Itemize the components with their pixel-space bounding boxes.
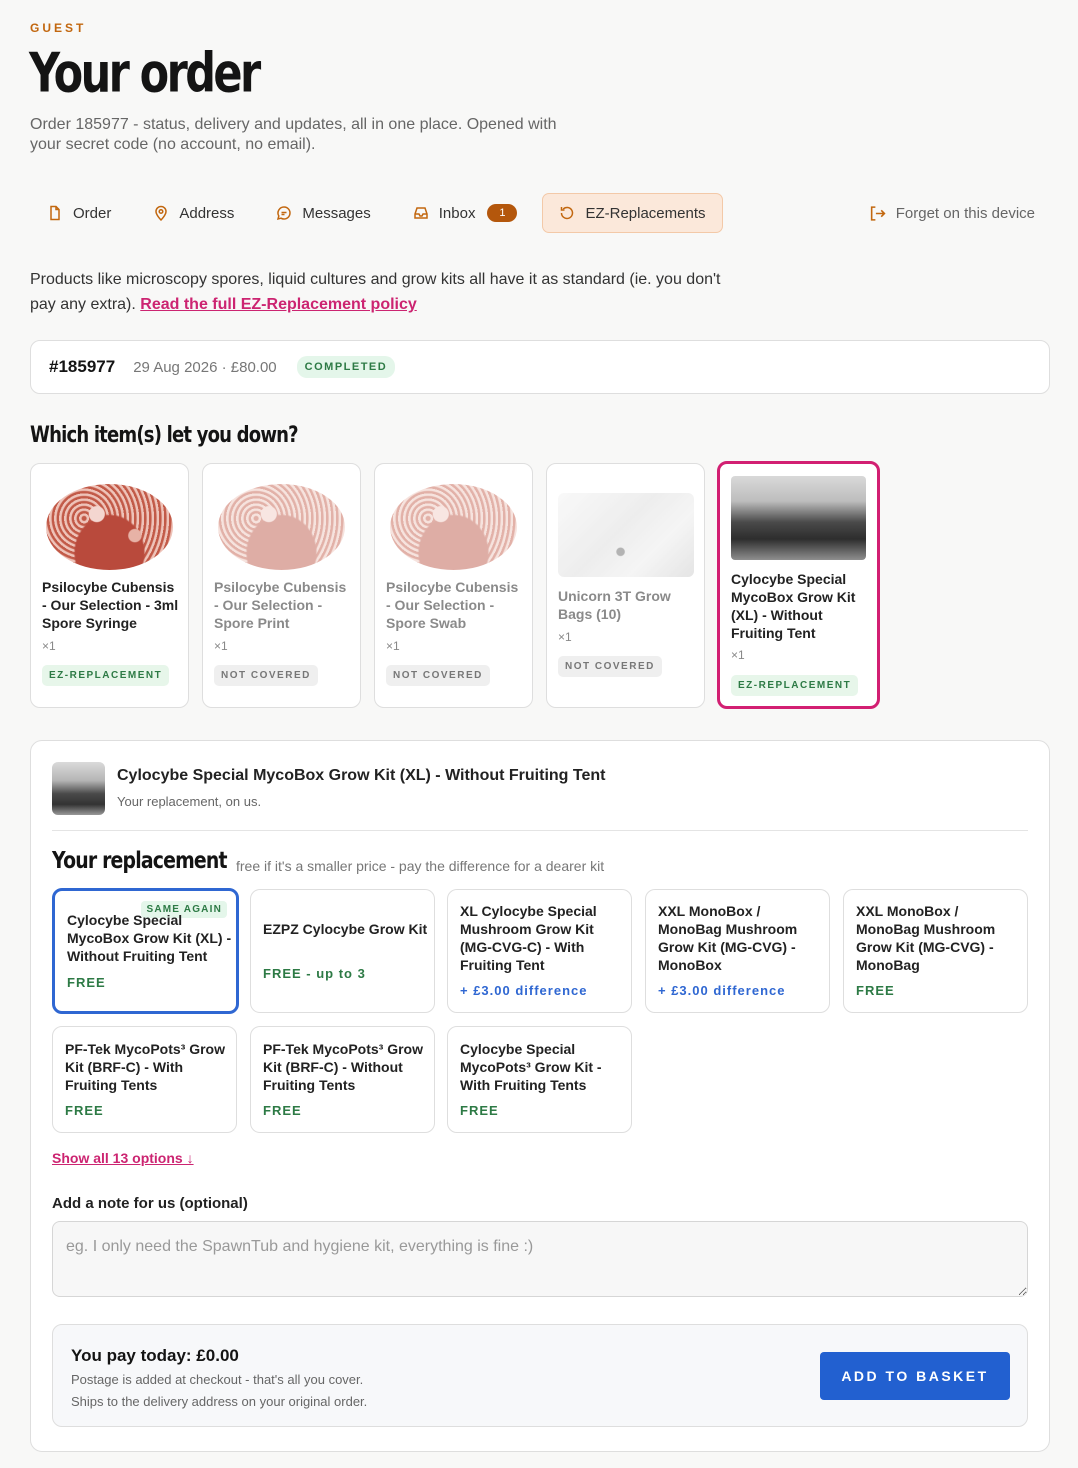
inbox-icon: [414, 207, 428, 219]
replacement-option[interactable]: PF-Tek MycoPots³ Grow Kit (BRF-C) - With…: [52, 1026, 237, 1133]
tab-bar: Order Address Messages Inbox 1 EZ-Replac…: [30, 193, 723, 233]
replacement-option[interactable]: XL Cylocybe Special Mushroom Grow Kit (M…: [447, 889, 632, 1013]
replacement-option[interactable]: SAME AGAIN Cylocybe Special MycoBox Grow…: [52, 888, 239, 1014]
mycobox-image: [731, 476, 866, 560]
coverage-badge: EZ-REPLACEMENT: [731, 675, 859, 696]
tab-inbox-label: Inbox: [438, 204, 476, 222]
item-name: Psilocybe Cubensis - Our Selection - 3ml…: [42, 579, 179, 631]
replacement-option[interactable]: EZPZ Cylocybe Grow Kit FREE - up to 3: [250, 889, 435, 1013]
item-card[interactable]: Cylocybe Special MycoBox Grow Kit (XL) -…: [717, 461, 880, 709]
show-all-options-link[interactable]: Show all 13 options ↓: [52, 1150, 194, 1166]
page-title: Your order: [29, 41, 261, 105]
payment-summary: You pay today: £0.00 Postage is added at…: [52, 1324, 1028, 1427]
order-meta: 29 Aug 2026 · £80.00: [133, 358, 277, 376]
order-summary-bar: #185977 29 Aug 2026 · £80.00 COMPLETED: [30, 340, 1050, 394]
item-qty: ×1: [731, 648, 745, 662]
tab-address-label: Address: [179, 204, 235, 222]
tab-messages-label: Messages: [302, 204, 371, 222]
coverage-badge: NOT COVERED: [558, 656, 662, 677]
tab-ez-replacements[interactable]: EZ-Replacements: [542, 193, 723, 233]
item-name: Unicorn 3T Grow Bags (10): [558, 588, 671, 622]
selected-item-thumbnail: [52, 762, 105, 815]
page-subtitle: Order 185977 - status, delivery and upda…: [30, 116, 557, 153]
item-card[interactable]: Psilocybe Cubensis - Our Selection - 3ml…: [30, 463, 189, 708]
replacement-option[interactable]: Cylocybe Special MycoPots³ Grow Kit - Wi…: [447, 1026, 632, 1133]
order-number: #185977: [49, 357, 116, 376]
item-name: Psilocybe Cubensis - Our Selection - Spo…: [386, 579, 519, 631]
replacement-title: Your replacement: [52, 848, 228, 874]
divider: [52, 830, 1028, 831]
coverage-badge: EZ-REPLACEMENT: [42, 665, 170, 686]
tab-address[interactable]: Address: [136, 193, 251, 233]
tab-order[interactable]: Order: [30, 193, 128, 233]
item-card[interactable]: Unicorn 3T Grow Bags (10) ×1 NOT COVERED: [546, 463, 705, 708]
map-pin-icon: [155, 205, 168, 221]
option-price: FREE: [67, 975, 106, 990]
items-section-title: Which item(s) let you down?: [30, 423, 299, 448]
replacement-hint: free if it's a smaller price - pay the d…: [236, 858, 605, 874]
option-price: FREE: [460, 1103, 499, 1118]
coverage-badge: NOT COVERED: [386, 665, 490, 686]
item-qty: ×1: [42, 639, 56, 653]
item-name: Cylocybe Special MycoBox Grow Kit (XL) -…: [731, 571, 856, 641]
add-to-basket-button[interactable]: ADD TO BASKET: [820, 1352, 1010, 1400]
forget-device-label: Forget on this device: [895, 204, 1035, 222]
option-name: Cylocybe Special MycoPots³ Grow Kit - Wi…: [460, 1041, 602, 1093]
spore-syringe-image: [46, 484, 173, 570]
guest-label: GUEST: [30, 21, 87, 35]
option-name: EZPZ Cylocybe Grow Kit: [263, 921, 428, 937]
coverage-badge: NOT COVERED: [214, 665, 318, 686]
tab-messages[interactable]: Messages: [259, 193, 387, 233]
spore-swab-image: [390, 484, 517, 570]
intro-text: Products like microscopy spores, liquid …: [30, 267, 730, 317]
item-qty: ×1: [558, 630, 572, 644]
status-badge: COMPLETED: [296, 356, 396, 378]
inbox-count-badge: 1: [487, 204, 518, 222]
chat-bubble-icon: [277, 206, 292, 221]
item-qty: ×1: [386, 639, 400, 653]
option-name: XXL MonoBox / MonoBag Mushroom Grow Kit …: [856, 903, 996, 973]
item-card[interactable]: Psilocybe Cubensis - Our Selection - Spo…: [202, 463, 361, 708]
tab-order-label: Order: [73, 204, 112, 222]
selected-item-subtitle: Your replacement, on us.: [117, 794, 262, 809]
replacement-option[interactable]: PF-Tek MycoPots³ Grow Kit (BRF-C) - With…: [250, 1026, 435, 1133]
document-icon: [50, 205, 60, 221]
option-price: + £3.00 difference: [658, 983, 786, 998]
forget-device-button[interactable]: Forget on this device: [869, 193, 1035, 233]
note-label: Add a note for us (optional): [52, 1195, 248, 1212]
item-name: Psilocybe Cubensis - Our Selection - Spo…: [214, 579, 347, 631]
pay-today-total: You pay today: £0.00: [71, 1346, 239, 1365]
replacement-option[interactable]: XXL MonoBox / MonoBag Mushroom Grow Kit …: [843, 889, 1028, 1013]
replacement-option[interactable]: XXL MonoBox / MonoBag Mushroom Grow Kit …: [645, 889, 830, 1013]
refresh-icon: [561, 206, 574, 220]
option-price: FREE - up to 3: [263, 966, 366, 981]
note-textarea[interactable]: [52, 1221, 1028, 1297]
option-price: FREE: [65, 1103, 104, 1118]
tab-inbox[interactable]: Inbox 1: [396, 193, 535, 233]
item-card[interactable]: Psilocybe Cubensis - Our Selection - Spo…: [374, 463, 533, 708]
option-name: Cylocybe Special MycoBox Grow Kit (XL) -…: [67, 912, 232, 964]
selected-item-title: Cylocybe Special MycoBox Grow Kit (XL) -…: [117, 767, 606, 784]
item-qty: ×1: [214, 639, 228, 653]
shipping-note: Ships to the delivery address on your or…: [71, 1394, 368, 1409]
grow-bags-image: [558, 493, 694, 577]
option-price: FREE: [263, 1103, 302, 1118]
option-name: XXL MonoBox / MonoBag Mushroom Grow Kit …: [658, 903, 798, 973]
replacement-panel: Cylocybe Special MycoBox Grow Kit (XL) -…: [30, 740, 1050, 1452]
logout-icon: [870, 205, 886, 221]
option-price: FREE: [856, 983, 895, 998]
option-price: + £3.00 difference: [460, 983, 588, 998]
option-name: XL Cylocybe Special Mushroom Grow Kit (M…: [460, 903, 597, 973]
option-name: PF-Tek MycoPots³ Grow Kit (BRF-C) - With…: [65, 1041, 225, 1093]
spore-print-image: [218, 484, 345, 570]
option-name: PF-Tek MycoPots³ Grow Kit (BRF-C) - With…: [263, 1041, 423, 1093]
postage-note: Postage is added at checkout - that's al…: [71, 1372, 364, 1387]
tab-ez-replacements-label: EZ-Replacements: [585, 204, 706, 222]
policy-link[interactable]: Read the full EZ-Replacement policy: [140, 296, 417, 313]
